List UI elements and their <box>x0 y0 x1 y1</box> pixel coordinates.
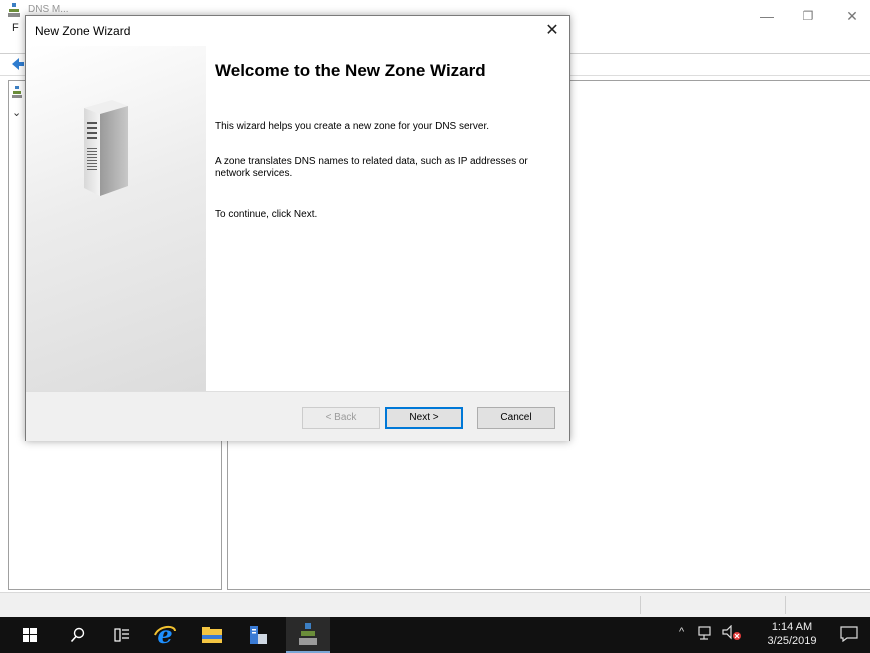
wizard-description: This wizard helps you create a new zone … <box>215 121 490 132</box>
internet-explorer-button[interactable]: e <box>143 617 187 653</box>
wizard-heading: Welcome to the New Zone Wizard <box>215 61 486 80</box>
wizard-zone-explanation: A zone translates DNS names to related d… <box>215 156 528 179</box>
status-divider <box>785 596 786 614</box>
wizard-content: Welcome to the New Zone Wizard This wiza… <box>206 46 569 391</box>
file-explorer-button[interactable] <box>190 617 234 653</box>
close-button[interactable]: ✕ <box>840 6 864 26</box>
search-icon <box>70 627 85 643</box>
task-view-button[interactable] <box>102 617 142 653</box>
server-manager-icon <box>250 626 267 644</box>
server-icon <box>84 100 128 196</box>
dns-server-tree-icon[interactable] <box>12 86 22 98</box>
task-view-icon <box>114 628 129 642</box>
wizard-continue-hint: To continue, click Next. <box>215 209 318 220</box>
clock[interactable]: 1:14 AM 3/25/2019 <box>754 620 830 648</box>
wizard-titlebar: New Zone Wizard ✕ <box>26 16 569 46</box>
cancel-button[interactable]: Cancel <box>477 407 555 429</box>
file-menu[interactable]: F <box>12 22 19 34</box>
volume-muted-icon[interactable] <box>722 625 742 641</box>
dns-manager-title: DNS M... <box>28 4 69 15</box>
clock-date: 3/25/2019 <box>767 635 817 647</box>
network-icon[interactable] <box>698 625 714 641</box>
dns-manager-app-icon <box>8 3 20 17</box>
new-zone-wizard-dialog: New Zone Wizard ✕ Welcome to the New Zon… <box>25 15 570 441</box>
maximize-button[interactable]: ❐ <box>796 6 820 26</box>
status-divider <box>640 596 641 614</box>
status-bar <box>0 592 870 617</box>
back-arrow-icon[interactable] <box>12 58 24 70</box>
dns-manager-taskbar-button[interactable] <box>286 617 330 653</box>
dns-manager-icon <box>299 623 317 645</box>
show-hidden-icons-chevron-icon[interactable]: ^ <box>679 626 684 638</box>
internet-explorer-icon: e <box>154 623 176 647</box>
next-button[interactable]: Next > <box>385 407 463 429</box>
tree-expand-chevron-icon[interactable]: ⌄ <box>12 106 21 119</box>
wizard-side-banner <box>26 46 206 391</box>
start-button[interactable] <box>10 617 50 653</box>
wizard-title: New Zone Wizard <box>35 24 131 38</box>
action-center-icon[interactable] <box>840 626 858 642</box>
clock-time: 1:14 AM <box>771 621 813 633</box>
search-button[interactable] <box>58 617 98 653</box>
windows-logo-icon <box>23 628 37 642</box>
wizard-close-button[interactable]: ✕ <box>540 20 564 42</box>
folder-icon <box>202 627 222 643</box>
back-button[interactable]: < Back <box>302 407 380 429</box>
minimize-button[interactable]: — <box>755 6 779 26</box>
server-manager-button[interactable] <box>236 617 280 653</box>
